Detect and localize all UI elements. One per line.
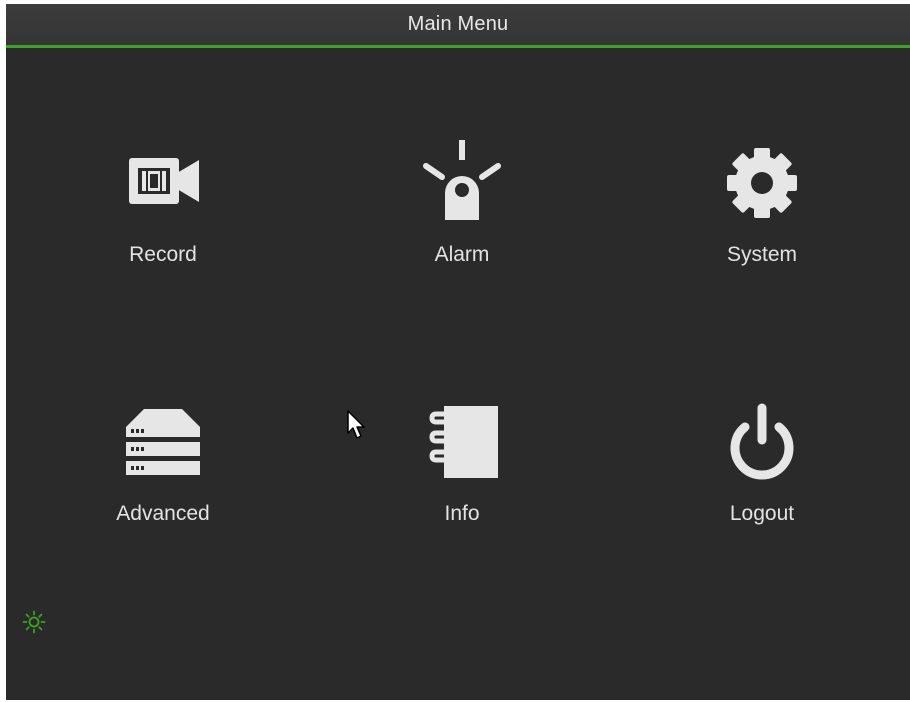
- menu-item-label: Advanced: [116, 502, 210, 525]
- mouse-cursor-icon: [347, 410, 365, 439]
- menu-item-record[interactable]: Record: [63, 140, 263, 290]
- menu-item-label: System: [726, 243, 797, 266]
- main-menu-window: Main Menu Record Alarm System Advanced I…: [6, 4, 910, 700]
- brightness-icon[interactable]: [22, 610, 46, 634]
- menu-item-system[interactable]: System: [662, 140, 862, 290]
- window-title: Main Menu: [407, 13, 509, 35]
- server-stack-icon: [126, 409, 200, 475]
- video-camera-icon: [129, 158, 199, 204]
- title-bar: Main Menu: [6, 4, 910, 48]
- power-icon: [730, 403, 794, 480]
- menu-item-label: Logout: [729, 502, 795, 525]
- menu-item-alarm[interactable]: Alarm: [362, 140, 562, 290]
- menu-item-label: Alarm: [434, 243, 490, 266]
- menu-item-label: Record: [129, 243, 197, 266]
- alarm-beacon-icon: [423, 140, 501, 220]
- notebook-icon: [429, 406, 498, 478]
- menu-item-label: Info: [444, 502, 480, 525]
- menu-item-info[interactable]: Info: [362, 400, 562, 550]
- gear-icon: [727, 148, 797, 218]
- menu-item-advanced[interactable]: Advanced: [63, 400, 263, 550]
- menu-item-logout[interactable]: Logout: [662, 400, 862, 550]
